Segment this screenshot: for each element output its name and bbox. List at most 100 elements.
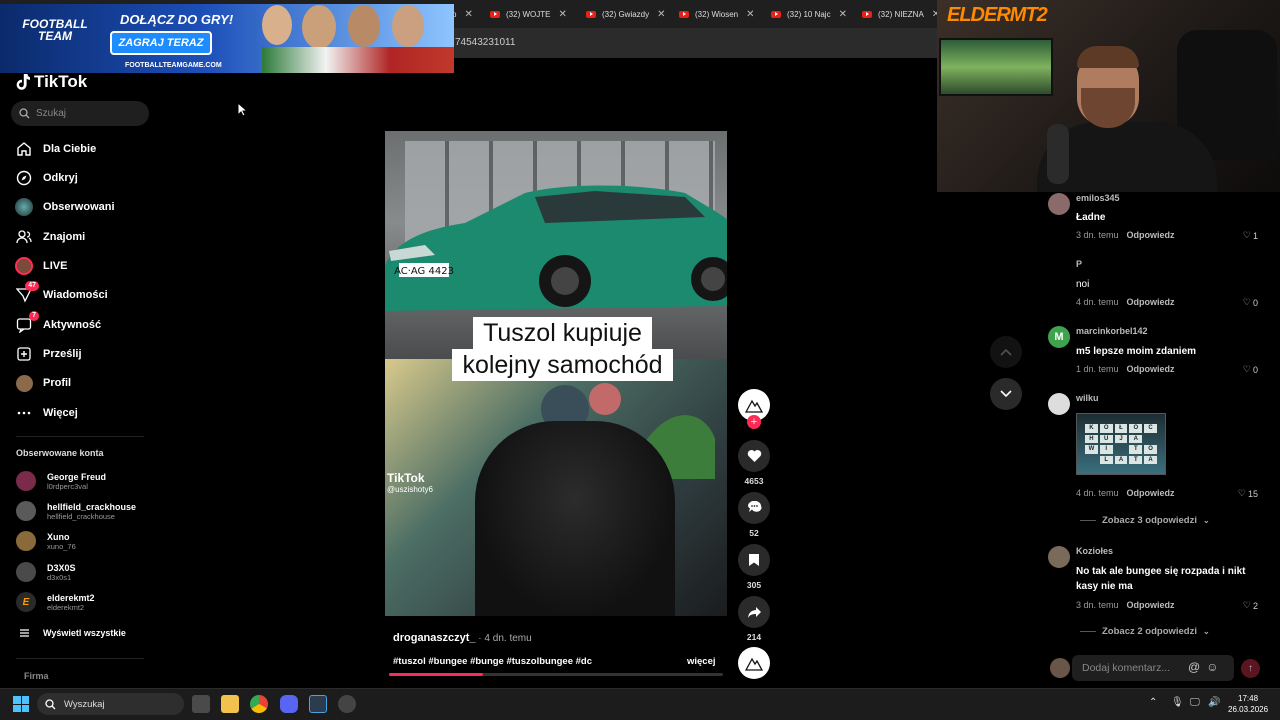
video-hashtags[interactable]: #tuszol #bungee #bunge #tuszolbungee #dc: [393, 656, 592, 667]
followed-account[interactable]: hellfield_crackhouse hellfield_crackhouse: [16, 499, 136, 523]
task-view-icon[interactable]: [192, 695, 210, 713]
comment-username[interactable]: marcinkorbel142: [1076, 326, 1148, 336]
search-input[interactable]: Szukaj: [11, 101, 149, 126]
video-player[interactable]: AC·AG 4423 Tuszol kupiuje kolejny samoch…: [385, 131, 727, 616]
avatar[interactable]: [1048, 546, 1070, 568]
view-replies-label: Zobacz 2 odpowiedzi: [1102, 626, 1198, 637]
view-replies-button[interactable]: Zobacz 3 odpowiedzi ⌄: [1080, 515, 1210, 526]
reply-button[interactable]: Odpowiedz: [1127, 600, 1175, 610]
ad-url: FOOTBALLTEAMGAME.COM: [125, 62, 222, 69]
close-tab-icon[interactable]: ✕: [657, 9, 665, 20]
messages-badge: 47: [25, 281, 39, 291]
mention-icon[interactable]: @: [1188, 660, 1200, 674]
send-comment-button[interactable]: ↑: [1241, 659, 1260, 678]
nav-live[interactable]: LIVE: [15, 256, 67, 276]
url-text[interactable]: 74543231011: [455, 37, 515, 48]
tray-chevron-icon[interactable]: ⌃: [1149, 697, 1157, 708]
nav-activity[interactable]: 7 Aktywność: [15, 311, 101, 335]
gif-letter-tile: A: [1129, 434, 1143, 443]
close-tab-icon[interactable]: ✕: [839, 9, 847, 20]
nav-friends[interactable]: Znajomi: [15, 227, 85, 247]
nav-profile[interactable]: Profil: [15, 373, 71, 393]
comment-like-button[interactable]: ♡ 0: [1238, 297, 1258, 308]
ad-cta-button[interactable]: ZAGRAJ TERAZ: [110, 31, 212, 55]
windows-start-icon[interactable]: [13, 696, 29, 712]
browser-tab[interactable]: p ✕: [452, 4, 473, 24]
obs-icon[interactable]: [338, 695, 356, 713]
ad-banner[interactable]: FOOTBALL TEAM DOŁĄCZ DO GRY! ZAGRAJ TERA…: [0, 4, 454, 73]
share-button[interactable]: [738, 596, 770, 628]
gif-letter-tile: [1085, 456, 1098, 465]
view-replies-button[interactable]: Zobacz 2 odpowiedzi ⌄: [1080, 626, 1210, 637]
close-tab-icon[interactable]: ✕: [558, 9, 566, 20]
browser-tab[interactable]: (32) Wiosen ✕: [679, 4, 755, 24]
nav-messages[interactable]: 47 Wiadomości: [15, 281, 108, 305]
sound-disc[interactable]: [738, 647, 770, 679]
comment-like-button[interactable]: ♡ 0: [1238, 364, 1258, 375]
follow-plus-button[interactable]: +: [747, 415, 761, 429]
app-icon[interactable]: [309, 695, 327, 713]
nav-following[interactable]: Obserwowani: [15, 197, 115, 217]
browser-tab[interactable]: (32) NIEZNA ✕: [862, 4, 940, 24]
nav-explore[interactable]: Odkryj: [15, 168, 78, 188]
comment-gif[interactable]: KOŁOCHUJAWITOLATA: [1076, 413, 1166, 475]
avatar[interactable]: [1048, 259, 1070, 281]
file-explorer-icon[interactable]: [221, 695, 239, 713]
browser-tab[interactable]: (32) 10 Najc ✕: [771, 4, 847, 24]
like-count: 4653: [744, 476, 764, 486]
followed-account[interactable]: D3X0S d3x0s1: [16, 560, 76, 584]
reply-button[interactable]: Odpowiedz: [1127, 364, 1175, 374]
next-video-button[interactable]: [990, 378, 1022, 410]
author-name[interactable]: droganaszczyt_: [393, 632, 476, 644]
nav-label: Profil: [43, 377, 72, 389]
comment-username[interactable]: P: [1076, 259, 1082, 269]
comment-username[interactable]: wilku: [1076, 393, 1099, 403]
discord-icon[interactable]: [280, 695, 298, 713]
chrome-icon[interactable]: [250, 695, 268, 713]
video-author[interactable]: droganaszczyt_ · 4 dn. temu: [393, 632, 532, 644]
gif-letter-tile: T: [1129, 455, 1143, 464]
reply-button[interactable]: Odpowiedz: [1127, 230, 1175, 240]
taskbar-search[interactable]: Wyszukaj: [37, 693, 184, 715]
emoji-icon[interactable]: ☺: [1206, 660, 1218, 674]
video-progress-bar[interactable]: [389, 673, 723, 676]
nav-label: Wiadomości: [43, 289, 108, 301]
show-all-accounts[interactable]: Wyświetl wszystkie: [20, 628, 126, 638]
tab-label: (32) Wiosen: [695, 9, 739, 19]
like-button[interactable]: [738, 440, 770, 472]
microphone-icon[interactable]: 🎙: [1171, 697, 1184, 708]
followed-account[interactable]: George Freud l0rdperc3val: [16, 469, 106, 493]
gif-letter-tile: O: [1144, 445, 1157, 454]
close-tab-icon[interactable]: ✕: [464, 9, 472, 20]
followed-account[interactable]: Xuno xuno_76: [16, 529, 76, 553]
close-tab-icon[interactable]: ✕: [746, 9, 754, 20]
comment-username[interactable]: emilos345: [1076, 193, 1120, 203]
reply-button[interactable]: Odpowiedz: [1127, 488, 1175, 498]
footer-company-link[interactable]: Firma: [24, 671, 49, 681]
comment-username[interactable]: Koziołes: [1076, 546, 1113, 556]
avatar[interactable]: [1048, 193, 1070, 215]
tiktok-logo[interactable]: TikTok: [16, 72, 87, 92]
followed-account[interactable]: E elderekmt2 elderekmt2: [16, 590, 95, 614]
more-link[interactable]: więcej: [687, 656, 716, 667]
taskbar-clock[interactable]: 17:48 26.03.2026: [1228, 693, 1268, 715]
reply-button[interactable]: Odpowiedz: [1127, 297, 1175, 307]
heart-icon: [747, 450, 761, 462]
previous-video-button[interactable]: [990, 336, 1022, 368]
comment-button[interactable]: [738, 492, 770, 524]
browser-tab[interactable]: (32) Gwiazdy ✕: [586, 4, 666, 24]
nav-upload[interactable]: Prześlij: [15, 344, 82, 364]
save-button[interactable]: [738, 544, 770, 576]
comment-like-button[interactable]: ♡ 15: [1238, 488, 1258, 499]
nav-label: LIVE: [43, 260, 68, 272]
comment-like-button[interactable]: ♡ 2: [1238, 600, 1258, 611]
network-icon[interactable]: 🖵: [1190, 697, 1200, 708]
comment-like-button[interactable]: ♡ 1: [1238, 230, 1258, 241]
avatar[interactable]: [1048, 393, 1070, 415]
nav-for-you[interactable]: Dla Ciebie: [15, 139, 96, 159]
avatar[interactable]: M: [1048, 326, 1070, 348]
nav-more[interactable]: Więcej: [15, 403, 78, 423]
home-icon: [15, 140, 33, 158]
browser-tab[interactable]: (32) WOJTE ✕: [490, 4, 567, 24]
volume-icon[interactable]: 🔊: [1208, 697, 1220, 708]
